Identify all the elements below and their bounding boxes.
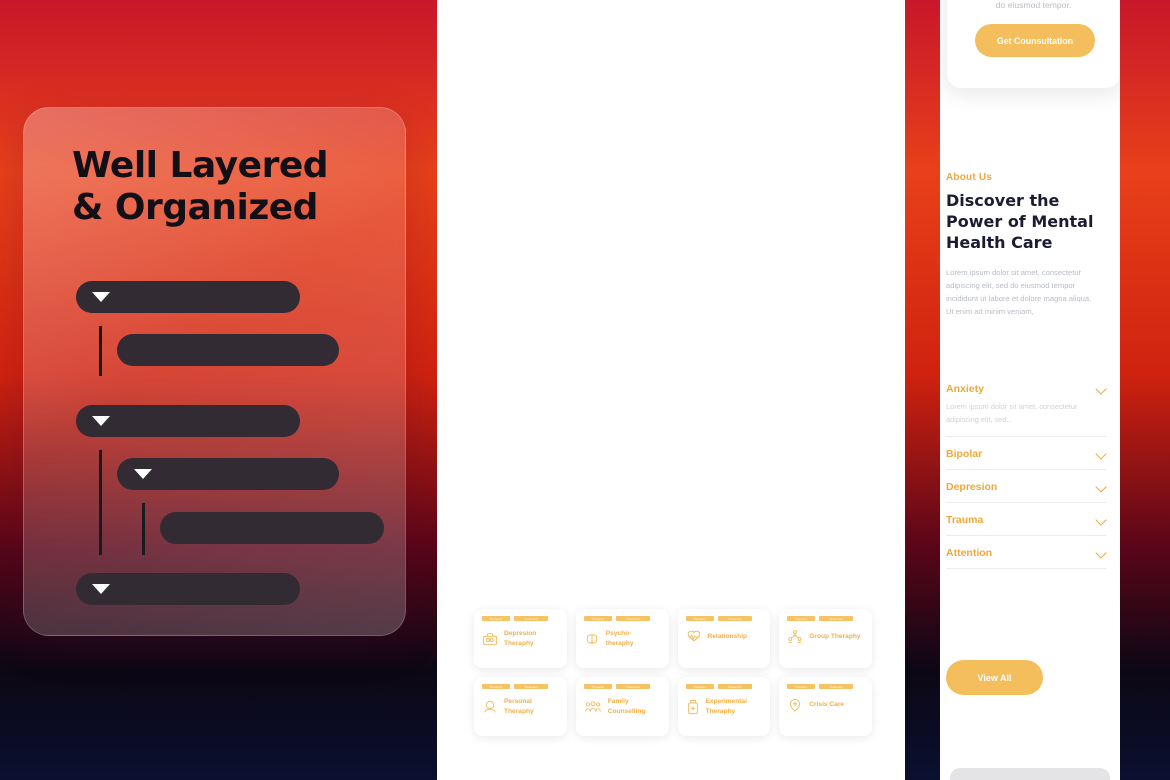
brain-icon bbox=[586, 633, 598, 644]
card-tags: Theraphy Treatment bbox=[685, 616, 763, 621]
mobile-accordion-label: Depresion bbox=[946, 480, 998, 493]
glass-title-line-1: Well Layered bbox=[72, 145, 329, 186]
service-card-group-theraphy[interactable]: Theraphy Treatment Group Theraphy bbox=[779, 609, 872, 668]
mobile-hero-card: do eiusmod tempor. Get Counsultation bbox=[947, 0, 1120, 88]
service-card-depresion-theraphy[interactable]: Theraphy Treatment Depresion Theraphy bbox=[474, 609, 567, 668]
caret-down-icon-1 bbox=[92, 292, 110, 302]
service-card-relationship[interactable]: Theraphy Treatment Relationship bbox=[677, 609, 771, 668]
card-tags: Theraphy Treatment bbox=[685, 684, 763, 689]
card-label: Psycho- theraphy bbox=[605, 630, 634, 647]
card-tag-1: Theraphy bbox=[685, 684, 714, 689]
mobile-accordion-label: Attention bbox=[946, 546, 993, 559]
mobile-accordion-label: Trauma bbox=[946, 513, 984, 526]
card-tags: Theraphy Treatment bbox=[583, 684, 661, 689]
mobile-accordion-item-depresion[interactable]: Depresion bbox=[946, 481, 1106, 503]
chevron-down-icon[interactable] bbox=[1096, 515, 1106, 525]
services-heading: Medical Service Support Services For You… bbox=[874, 531, 905, 573]
service-card-psychotheraphy[interactable]: Theraphy Treatment Psycho- theraphy bbox=[575, 609, 669, 668]
mobile-accordion-item-attention[interactable]: Attention bbox=[946, 547, 1106, 569]
card-tag-1: Theraphy bbox=[787, 616, 816, 621]
chevron-down-icon[interactable] bbox=[1096, 449, 1106, 459]
card-tag-1: Theraphy bbox=[685, 616, 714, 621]
mobile-bottom-card bbox=[950, 768, 1110, 780]
card-tags: Theraphy Treatment bbox=[583, 616, 661, 621]
people-group-icon bbox=[788, 630, 802, 643]
card-tag-2: Treatment bbox=[615, 616, 650, 621]
service-card-crisis-care[interactable]: Theraphy Treatment Crisis Care bbox=[779, 677, 872, 736]
card-tag-2: Treatment bbox=[514, 684, 548, 689]
services-grid: Theraphy Treatment Depresion Theraphy Th… bbox=[474, 609, 872, 736]
service-card-family-counselling[interactable]: Theraphy Treatment Family Counselling bbox=[575, 677, 669, 736]
layer-connector-1 bbox=[99, 326, 102, 376]
mobile-accordion: Anxiety Lorem ipsum dolor sit amet, cons… bbox=[946, 383, 1106, 580]
card-label: Relationship bbox=[707, 633, 748, 641]
card-tag-2: Treatment bbox=[819, 684, 854, 689]
caret-down-icon-3 bbox=[134, 469, 152, 479]
stethoscope-briefcase-icon bbox=[482, 632, 498, 645]
card-tag-2: Treatment bbox=[819, 616, 854, 621]
card-label: Group Theraphy bbox=[809, 633, 861, 641]
well-layered-glass-card: Well Layered & Organized bbox=[23, 107, 406, 636]
card-tag-1: Theraphy bbox=[482, 684, 510, 689]
get-consultation-button[interactable]: Get Counsultation bbox=[975, 24, 1095, 57]
mobile-accordion-label: Bipolar bbox=[946, 447, 983, 460]
card-tag-2: Treatment bbox=[717, 684, 752, 689]
chevron-down-icon[interactable] bbox=[1096, 482, 1106, 492]
card-tag-2: Treatment bbox=[514, 616, 548, 621]
mobile-about-paragraph: Lorem ipsum dolor sit amet, consectetur … bbox=[946, 268, 1092, 317]
service-card-experimental-theraphy[interactable]: Theraphy Treatment Experimental Theraphy bbox=[677, 677, 771, 736]
mobile-about-section: About Us Discover the Power of Mental He… bbox=[946, 167, 1114, 319]
chevron-down-icon[interactable] bbox=[1096, 384, 1106, 394]
card-tags: Theraphy Treatment bbox=[482, 616, 559, 621]
layer-connector-2 bbox=[99, 450, 102, 555]
card-label: Experimental Theraphy bbox=[705, 698, 747, 715]
glass-card-title: Well Layered & Organized bbox=[72, 145, 329, 229]
services-title: Support Services For Your Mental Health bbox=[874, 554, 905, 573]
card-tag-2: Treatment bbox=[615, 684, 650, 689]
mobile-view-all-button[interactable]: View All bbox=[946, 660, 1043, 695]
mobile-accordion-item-anxiety[interactable]: Anxiety Lorem ipsum dolor sit amet, cons… bbox=[946, 383, 1106, 437]
card-label: Depresion Theraphy bbox=[504, 630, 537, 647]
location-shield-icon bbox=[790, 699, 801, 712]
caret-down-icon-2 bbox=[92, 416, 110, 426]
glass-title-line-2: & Organized bbox=[72, 187, 318, 229]
layer-pill-5[interactable] bbox=[160, 512, 384, 544]
card-tag-2: Treatment bbox=[717, 616, 752, 621]
mobile-accordion-body: Lorem ipsum dolor sit amet, consectetur … bbox=[946, 402, 1078, 424]
person-head-icon bbox=[484, 700, 496, 713]
heart-pulse-icon bbox=[687, 630, 700, 642]
mobile-accordion-item-bipolar[interactable]: Bipolar bbox=[946, 448, 1106, 470]
family-icon bbox=[585, 700, 601, 712]
mobile-about-eyebrow: About Us bbox=[946, 172, 993, 183]
card-tag-1: Theraphy bbox=[583, 616, 612, 621]
medicine-bottle-icon bbox=[687, 699, 698, 714]
card-label: Crisis Care bbox=[809, 701, 845, 709]
chevron-down-icon[interactable] bbox=[1096, 548, 1106, 558]
card-tags: Theraphy Treatment bbox=[787, 616, 864, 621]
mobile-hero-text: do eiusmod tempor. bbox=[995, 0, 1072, 10]
card-tag-1: Theraphy bbox=[482, 616, 510, 621]
card-tag-1: Theraphy bbox=[583, 684, 612, 689]
card-tags: Theraphy Treatment bbox=[482, 684, 559, 689]
card-tags: Theraphy Treatment bbox=[787, 684, 864, 689]
caret-down-icon-4 bbox=[92, 584, 110, 594]
layer-connector-3 bbox=[142, 503, 145, 555]
service-card-personal-theraphy[interactable]: Theraphy Treatment Personal Theraphy bbox=[474, 677, 567, 736]
card-label: Family Counselling bbox=[607, 698, 646, 715]
card-tag-1: Theraphy bbox=[787, 684, 816, 689]
mobile-about-title: Discover the Power of Mental Health Care bbox=[946, 191, 1094, 253]
mobile-accordion-label: Anxiety bbox=[946, 383, 984, 395]
mobile-accordion-item-trauma[interactable]: Trauma bbox=[946, 514, 1106, 536]
layer-pill-2[interactable] bbox=[117, 334, 339, 366]
card-label: Personal Theraphy bbox=[504, 698, 534, 715]
